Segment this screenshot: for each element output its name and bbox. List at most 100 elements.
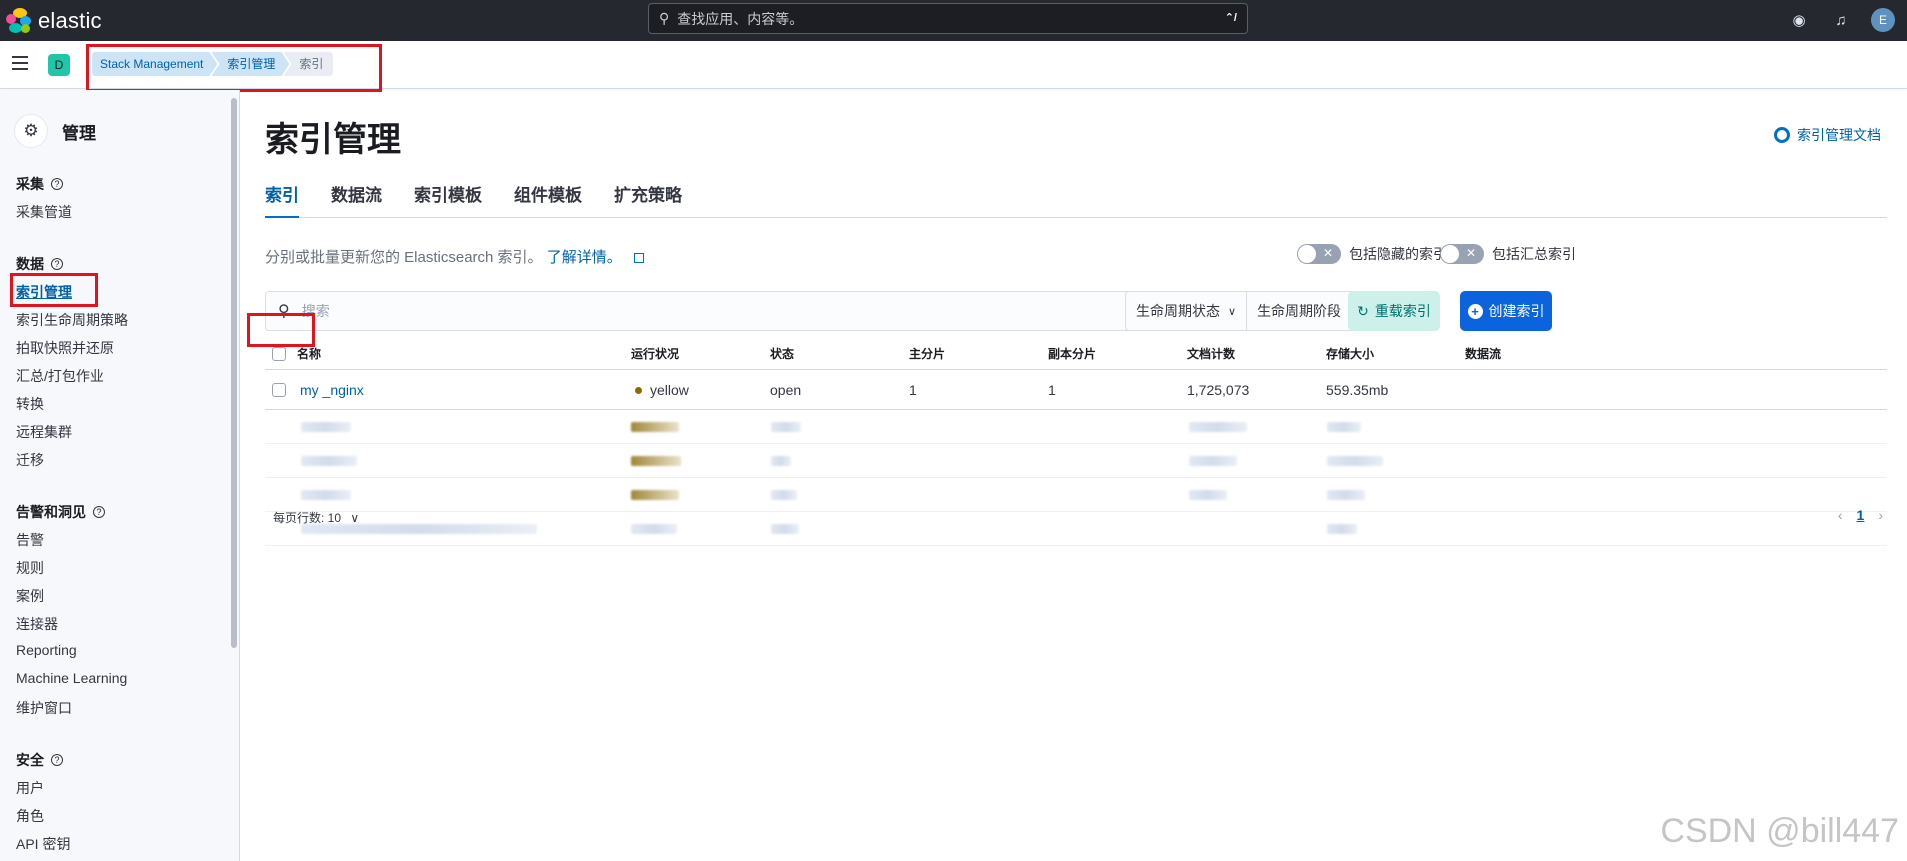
- space-avatar[interactable]: D: [48, 54, 70, 76]
- management-sidebar: ⚙ 管理 采集 ? 采集管道 数据 ? 索引管理 索引生命周期策略 拍取快照并还…: [0, 90, 240, 861]
- create-index-button[interactable]: + 创建索引: [1460, 291, 1552, 331]
- tab-component-templates[interactable]: 组件模板: [514, 182, 582, 218]
- sidebar-group-ingest: 采集 ?: [16, 174, 63, 194]
- cell-docs-count: 1,725,073: [1187, 381, 1250, 398]
- sidebar-item-ilm-policies[interactable]: 索引生命周期策略: [16, 310, 128, 330]
- select-all-checkbox[interactable]: [272, 346, 286, 361]
- tab-enrich-policies[interactable]: 扩充策略: [614, 182, 682, 218]
- include-hidden-toggle[interactable]: 包括隐藏的索引: [1297, 244, 1447, 264]
- highlight-box-breadcrumb: [86, 44, 382, 92]
- sidebar-item-alerts[interactable]: 告警: [16, 530, 44, 550]
- table-header: 名称 运行状况 状态 主分片 副本分片 文档计数 存储大小 数据流: [265, 338, 1887, 370]
- question-icon[interactable]: ?: [51, 178, 63, 190]
- elastic-logo[interactable]: elastic: [6, 7, 102, 34]
- global-search-input[interactable]: ⚲ 查找应用、内容等。 ⌃/: [648, 3, 1248, 34]
- toggle-switch[interactable]: [1440, 244, 1484, 264]
- toggle-label: 包括隐藏的索引: [1349, 246, 1447, 262]
- create-button-label: 创建索引: [1488, 303, 1545, 319]
- sidebar-header: ⚙ 管理: [14, 114, 96, 148]
- sidebar-item-connectors[interactable]: 连接器: [16, 614, 58, 634]
- sidebar-group-data: 数据 ?: [16, 254, 63, 274]
- elastic-logo-icon: [6, 7, 32, 34]
- sidebar-item-migrate[interactable]: 迁移: [16, 450, 44, 470]
- column-primaries[interactable]: 主分片: [909, 345, 1048, 362]
- sidebar-item-reporting[interactable]: Reporting: [16, 642, 77, 658]
- global-search-placeholder: 查找应用、内容等。: [677, 10, 804, 27]
- page-description: 分别或批量更新您的 Elasticsearch 索引。 了解详情。: [265, 246, 644, 267]
- lifecycle-status-filter[interactable]: 生命周期状态 ∨: [1126, 292, 1246, 330]
- sidebar-item-ingest-pipelines[interactable]: 采集管道: [16, 202, 72, 222]
- newsfeed-icon[interactable]: ♫: [1829, 8, 1853, 32]
- obscured-row: [265, 444, 1887, 478]
- refresh-icon: ↻: [1357, 302, 1369, 319]
- pagination: ‹ 1 ›: [1838, 507, 1883, 523]
- sidebar-group-label: 告警和洞见: [16, 504, 86, 520]
- tab-indices[interactable]: 索引: [265, 182, 299, 218]
- index-management-docs-link[interactable]: 索引管理文档: [1774, 125, 1881, 145]
- question-icon[interactable]: ?: [51, 754, 63, 766]
- menu-hamburger-icon[interactable]: [12, 56, 28, 70]
- question-icon[interactable]: ?: [51, 258, 63, 270]
- user-avatar[interactable]: E: [1871, 8, 1895, 32]
- sidebar-item-transforms[interactable]: 转换: [16, 394, 44, 414]
- indices-table: 名称 运行状况 状态 主分片 副本分片 文档计数 存储大小 数据流 my _ng…: [265, 338, 1887, 546]
- obscured-row: [265, 478, 1887, 512]
- lifecycle-filter-group: 生命周期状态 ∨ 生命周期阶段 ∨: [1125, 291, 1369, 331]
- row-select-cell: [265, 382, 297, 397]
- top-header: elastic ⚲ 查找应用、内容等。 ⌃/ ◉ ♫ E: [0, 0, 1907, 41]
- page-button[interactable]: 1: [1857, 507, 1865, 523]
- health-status-dot-icon: [635, 386, 642, 394]
- sidebar-group-label: 安全: [16, 752, 44, 768]
- tab-data-streams[interactable]: 数据流: [331, 182, 382, 218]
- search-icon: ⚲: [659, 10, 670, 26]
- breadcrumb-bar: D Stack Management 索引管理 索引: [0, 41, 1907, 92]
- sidebar-item-api-keys[interactable]: API 密钥: [16, 834, 70, 854]
- cell-storage-size: 559.35mb: [1326, 381, 1389, 398]
- watermark: CSDN @bill447: [1660, 812, 1899, 850]
- sidebar-item-machine-learning[interactable]: Machine Learning: [16, 670, 127, 686]
- question-icon[interactable]: ?: [93, 506, 105, 518]
- table-row: my _nginx yellow open 1 1 1,725,073 559.…: [265, 370, 1887, 410]
- select-all-cell: [265, 346, 297, 361]
- include-rollup-toggle[interactable]: 包括汇总索引: [1440, 244, 1576, 264]
- help-lifebuoy-icon[interactable]: ◉: [1787, 8, 1811, 32]
- row-checkbox[interactable]: [272, 382, 286, 397]
- column-health[interactable]: 运行状况: [631, 345, 770, 362]
- sidebar-item-roles[interactable]: 角色: [16, 806, 44, 826]
- column-status[interactable]: 状态: [770, 345, 909, 362]
- reload-indices-button[interactable]: ↻ 重载索引: [1348, 291, 1440, 331]
- sidebar-item-rollup-jobs[interactable]: 汇总/打包作业: [16, 366, 104, 386]
- column-docs-count[interactable]: 文档计数: [1187, 345, 1326, 362]
- rows-per-page-label: 每页行数: 10: [273, 511, 342, 525]
- sidebar-group-label: 数据: [16, 256, 44, 272]
- filter-label: 生命周期阶段: [1257, 303, 1342, 319]
- sidebar-group-label: 采集: [16, 176, 44, 192]
- main-content: 索引管理 索引管理文档 索引 数据流 索引模板 组件模板 扩充策略 分别或批量更…: [241, 90, 1907, 861]
- sidebar-item-cases[interactable]: 案例: [16, 586, 44, 606]
- tab-index-templates[interactable]: 索引模板: [414, 182, 482, 218]
- index-name-link[interactable]: my _nginx: [300, 382, 364, 398]
- chevron-left-icon[interactable]: ‹: [1838, 507, 1843, 523]
- sidebar-item-remote-clusters[interactable]: 远程集群: [16, 422, 72, 442]
- sidebar-item-rules[interactable]: 规则: [16, 558, 44, 578]
- sidebar-item-users[interactable]: 用户: [16, 778, 44, 798]
- obscured-row: [265, 512, 1887, 546]
- rows-per-page-selector[interactable]: 每页行数: 10 ∨: [273, 509, 359, 526]
- sidebar-item-snapshot-restore[interactable]: 拍取快照并还原: [16, 338, 114, 358]
- sidebar-group-alerts-insights: 告警和洞见 ?: [16, 502, 105, 522]
- sidebar-title: 管理: [62, 123, 96, 143]
- sidebar-item-maintenance-windows[interactable]: 维护窗口: [16, 698, 72, 718]
- column-name[interactable]: 名称: [297, 345, 631, 362]
- search-shortcut-badge: ⌃/: [1224, 12, 1237, 24]
- column-data-stream[interactable]: 数据流: [1465, 345, 1604, 362]
- sidebar-group-security: 安全 ?: [16, 750, 63, 770]
- cell-primaries: 1: [909, 381, 917, 398]
- column-replicas[interactable]: 副本分片: [1048, 345, 1187, 362]
- sidebar-scrollbar[interactable]: [231, 98, 237, 648]
- reload-button-label: 重载索引: [1374, 303, 1431, 319]
- chevron-right-icon[interactable]: ›: [1878, 507, 1883, 523]
- column-storage-size[interactable]: 存储大小: [1326, 345, 1465, 362]
- toggle-switch[interactable]: [1297, 244, 1341, 264]
- cell-name: my _nginx: [297, 382, 631, 398]
- learn-more-link[interactable]: 了解详情。: [547, 249, 622, 266]
